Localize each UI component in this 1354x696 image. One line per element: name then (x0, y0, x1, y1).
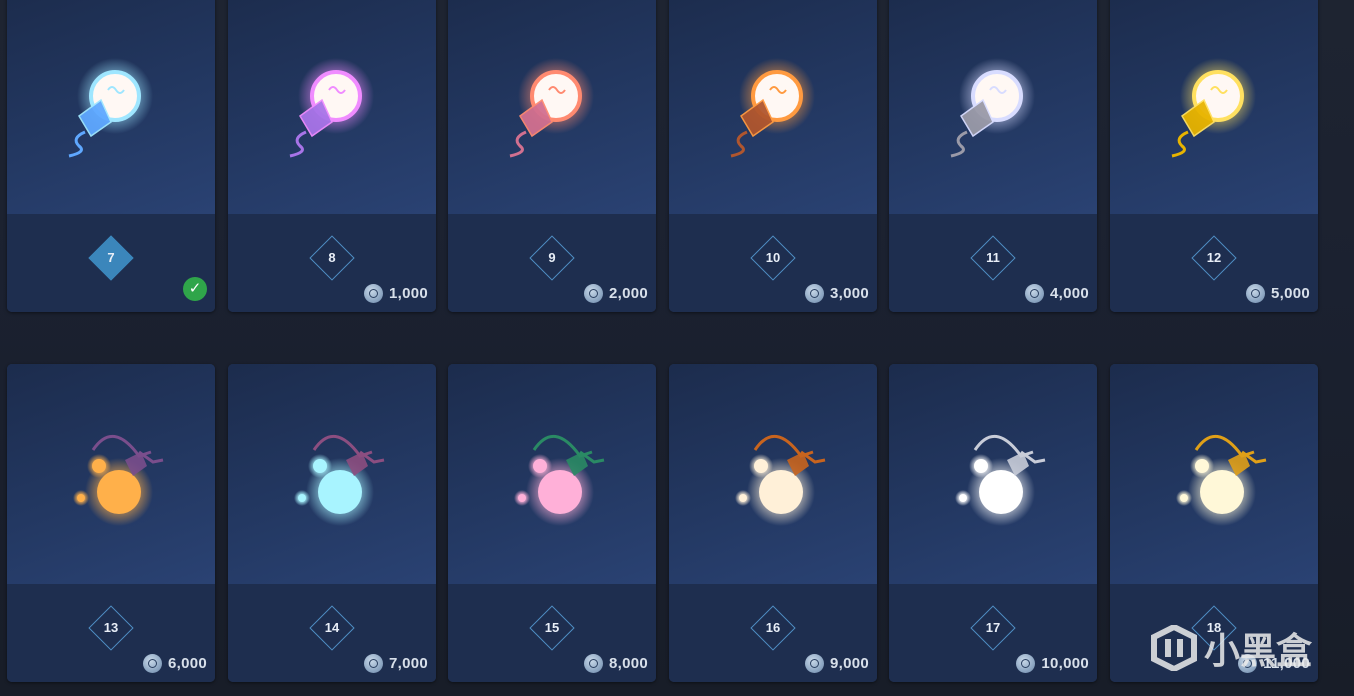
price-value: 4,000 (1049, 285, 1089, 302)
reward-card-15[interactable]: 15 8,000 (448, 364, 656, 682)
level-label: 13 (103, 620, 119, 635)
light-bulb-icon (509, 58, 594, 158)
card-art (1110, 0, 1318, 214)
light-cluster-icon (735, 434, 826, 526)
reward-card-16[interactable]: 16 9,000 (669, 364, 877, 682)
price: 10,000 (1016, 654, 1089, 673)
watermark-text: 小黑盒 (1204, 630, 1313, 671)
light-cluster-icon (1176, 434, 1267, 526)
steam-points-icon (142, 654, 162, 673)
price: 2,000 (583, 284, 648, 303)
price: 3,000 (804, 284, 869, 303)
price: 5,000 (1245, 284, 1310, 303)
steam-points-icon (804, 654, 824, 673)
light-bulb-icon (1171, 58, 1256, 158)
level-label: 15 (544, 620, 560, 635)
card-art (669, 0, 877, 214)
price-value: 1,000 (388, 285, 428, 302)
card-art (228, 364, 436, 584)
reward-card-12[interactable]: 12 5,000 (1110, 0, 1318, 312)
price: 9,000 (804, 654, 869, 673)
steam-points-icon (363, 654, 383, 673)
reward-card-14[interactable]: 14 7,000 (228, 364, 436, 682)
price-value: 10,000 (1041, 655, 1089, 672)
steam-points-icon (363, 284, 383, 303)
light-cluster-icon (294, 434, 385, 526)
light-bulb-icon (289, 58, 374, 158)
light-cluster-icon (73, 434, 164, 526)
level-label: 12 (1206, 250, 1222, 265)
card-art (889, 364, 1097, 584)
price: 7,000 (363, 654, 428, 673)
card-art (7, 364, 215, 584)
card-art (889, 0, 1097, 214)
price-value: 5,000 (1270, 285, 1310, 302)
level-label: 14 (324, 620, 340, 635)
light-cluster-icon (955, 434, 1046, 526)
card-art (448, 0, 656, 214)
watermark: 小黑盒 (1150, 622, 1312, 674)
reward-card-11[interactable]: 11 4,000 (889, 0, 1097, 312)
card-art (1110, 364, 1318, 584)
reward-card-9[interactable]: 9 2,000 (448, 0, 656, 312)
light-cluster-icon (514, 434, 605, 526)
reward-card-17[interactable]: 17 10,000 (889, 364, 1097, 682)
reward-card-13[interactable]: 13 6,000 (7, 364, 215, 682)
price: 8,000 (583, 654, 648, 673)
steam-points-icon (1016, 654, 1036, 673)
price: 4,000 (1024, 284, 1089, 303)
light-bulb-icon (950, 58, 1035, 158)
price-value: 2,000 (608, 285, 648, 302)
card-art (669, 364, 877, 584)
light-bulb-icon (730, 58, 815, 158)
steam-points-icon (1024, 284, 1044, 303)
level-label: 7 (107, 250, 115, 265)
price: 1,000 (363, 284, 428, 303)
price-value: 8,000 (608, 655, 648, 672)
level-label: 17 (985, 620, 1001, 635)
reward-card-7[interactable]: 7 ✓ (7, 0, 215, 312)
reward-card-10[interactable]: 10 3,000 (669, 0, 877, 312)
price-value: 7,000 (388, 655, 428, 672)
steam-points-icon (583, 284, 603, 303)
price-value: 6,000 (167, 655, 207, 672)
card-art (228, 0, 436, 214)
level-label: 8 (328, 250, 336, 265)
steam-points-icon (1245, 284, 1265, 303)
level-label: 9 (548, 250, 556, 265)
level-label: 16 (765, 620, 781, 635)
steam-points-icon (583, 654, 603, 673)
level-label: 10 (765, 250, 781, 265)
heybox-logo-icon (1150, 623, 1198, 673)
price: 6,000 (142, 654, 207, 673)
steam-points-icon (804, 284, 824, 303)
card-art (448, 364, 656, 584)
checkmark-icon: ✓ (183, 277, 207, 301)
card-art (7, 0, 215, 214)
price-value: 9,000 (829, 655, 869, 672)
price-value: 3,000 (829, 285, 869, 302)
light-bulb-icon (68, 58, 153, 158)
level-label: 11 (986, 250, 1000, 265)
reward-card-8[interactable]: 8 1,000 (228, 0, 436, 312)
